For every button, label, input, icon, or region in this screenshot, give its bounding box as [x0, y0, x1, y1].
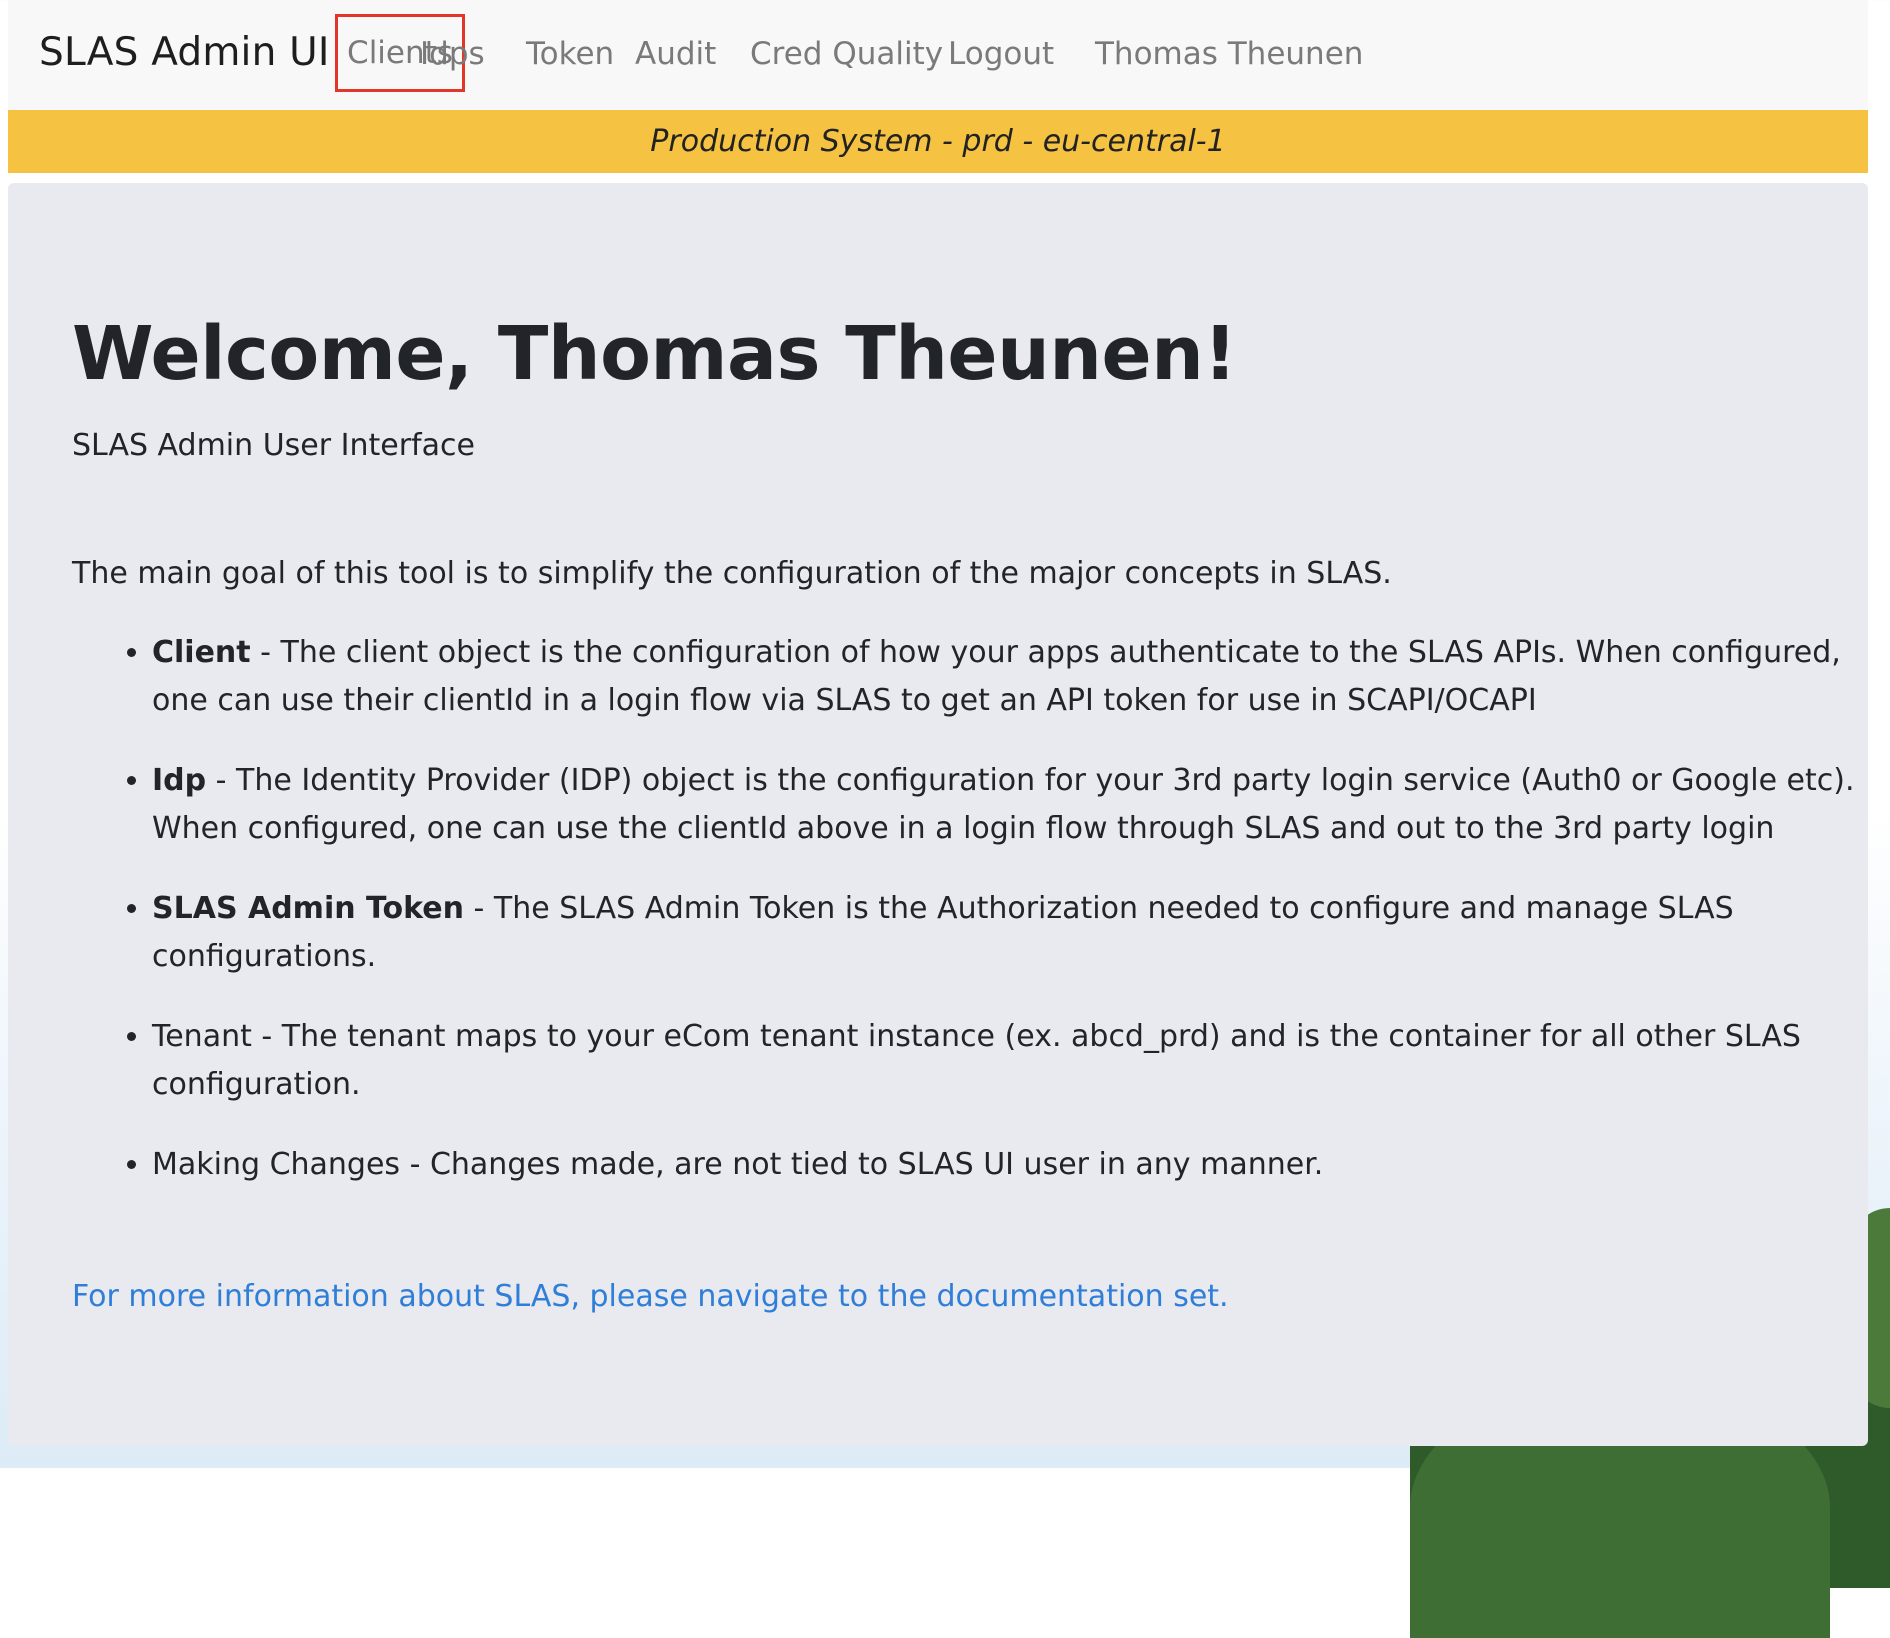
- concept-term: SLAS Admin Token: [152, 891, 464, 926]
- list-item: Idp - The Identity Provider (IDP) object…: [152, 757, 1882, 853]
- brand-logo-text[interactable]: SLAS Admin UI: [39, 30, 330, 75]
- main-content: Welcome, Thomas Theunen! SLAS Admin User…: [8, 183, 1868, 1446]
- app-frame: SLAS Admin UI Clients Idps Token Audit C…: [8, 0, 1868, 1446]
- nav-item-cred-quality[interactable]: Cred Quality: [750, 36, 943, 72]
- concept-term: Tenant: [152, 1019, 252, 1054]
- documentation-link[interactable]: For more information about SLAS, please …: [72, 1279, 1229, 1314]
- concept-term: Idp: [152, 763, 207, 798]
- nav-item-user[interactable]: Thomas Theunen: [1095, 36, 1363, 72]
- nav-item-idps[interactable]: Idps: [420, 36, 485, 72]
- concept-description: - The tenant maps to your eCom tenant in…: [152, 1019, 1801, 1102]
- list-item: Tenant - The tenant maps to your eCom te…: [152, 1013, 1882, 1109]
- environment-banner: Production System - prd - eu-central-1: [8, 110, 1868, 173]
- concept-description: - The Identity Provider (IDP) object is …: [152, 763, 1855, 846]
- concept-term: Client: [152, 635, 251, 670]
- concept-description: - The client object is the configuration…: [152, 635, 1841, 718]
- list-item: Client - The client object is the config…: [152, 629, 1882, 725]
- concept-term: Making Changes: [152, 1147, 401, 1182]
- list-item: Making Changes - Changes made, are not t…: [152, 1141, 1882, 1189]
- nav-item-logout[interactable]: Logout: [948, 36, 1054, 72]
- nav-item-token[interactable]: Token: [526, 36, 614, 72]
- nav-item-audit[interactable]: Audit: [635, 36, 716, 72]
- list-item: SLAS Admin Token - The SLAS Admin Token …: [152, 885, 1882, 981]
- intro-paragraph: The main goal of this tool is to simplif…: [72, 556, 1392, 591]
- concept-list: Client - The client object is the config…: [72, 629, 1882, 1221]
- concept-description: - Changes made, are not tied to SLAS UI …: [400, 1147, 1324, 1182]
- page-title: Welcome, Thomas Theunen!: [72, 311, 1237, 397]
- page-subtitle: SLAS Admin User Interface: [72, 428, 475, 463]
- top-navbar: SLAS Admin UI Clients Idps Token Audit C…: [8, 0, 1868, 110]
